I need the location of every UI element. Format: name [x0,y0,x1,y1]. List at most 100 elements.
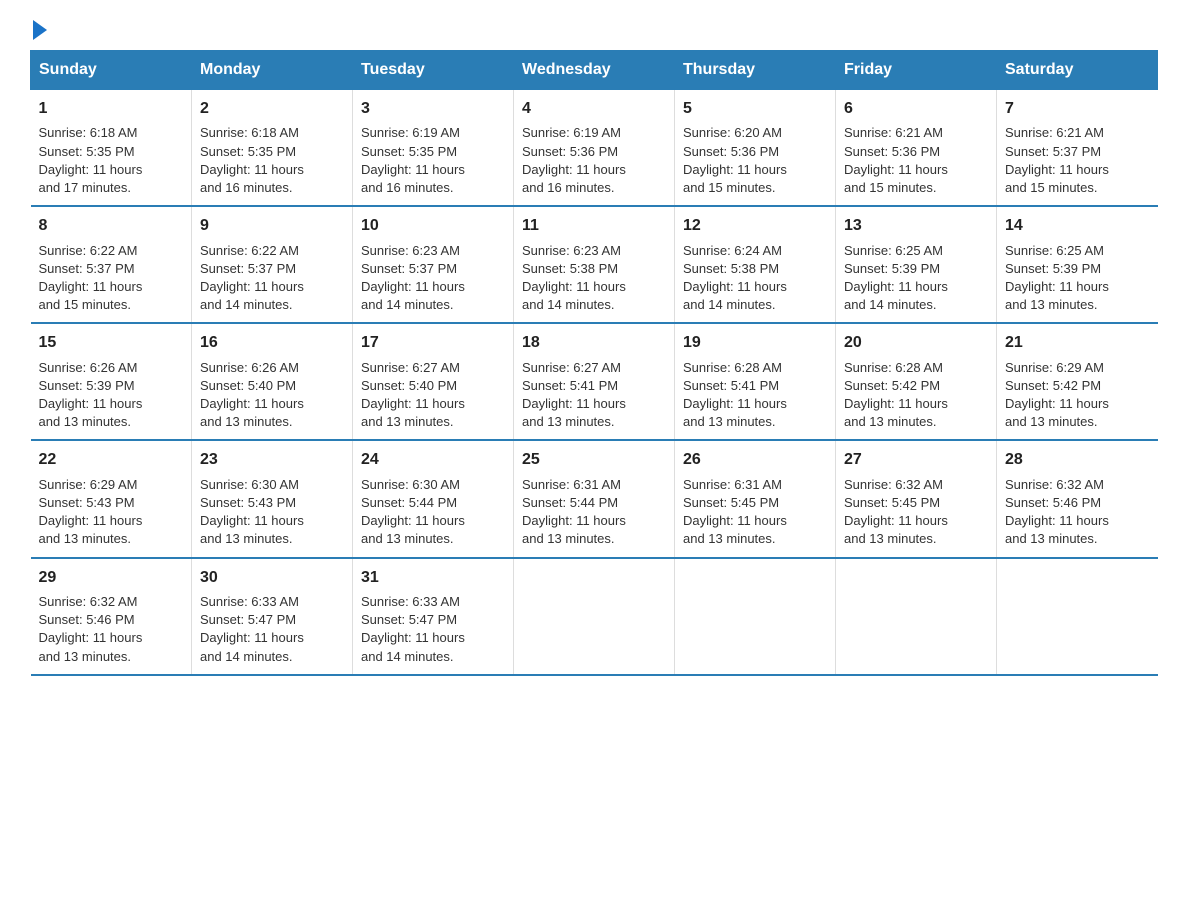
day-number: 22 [39,449,184,471]
day-number: 20 [844,332,988,354]
week-row-2: 8 Sunrise: 6:22 AMSunset: 5:37 PMDayligh… [31,206,1158,323]
header-row: SundayMondayTuesdayWednesdayThursdayFrid… [31,51,1158,90]
day-number: 29 [39,567,184,589]
calendar-cell: 31 Sunrise: 6:33 AMSunset: 5:47 PMDaylig… [353,558,514,675]
calendar-cell: 10 Sunrise: 6:23 AMSunset: 5:37 PMDaylig… [353,206,514,323]
day-info: Sunrise: 6:28 AMSunset: 5:42 PMDaylight:… [844,360,948,430]
day-number: 15 [39,332,184,354]
day-number: 1 [39,98,184,120]
day-info: Sunrise: 6:25 AMSunset: 5:39 PMDaylight:… [844,243,948,313]
day-number: 6 [844,98,988,120]
day-info: Sunrise: 6:22 AMSunset: 5:37 PMDaylight:… [39,243,143,313]
day-number: 17 [361,332,505,354]
page-header [30,20,1158,40]
header-tuesday: Tuesday [353,51,514,90]
calendar-cell: 29 Sunrise: 6:32 AMSunset: 5:46 PMDaylig… [31,558,192,675]
week-row-3: 15 Sunrise: 6:26 AMSunset: 5:39 PMDaylig… [31,323,1158,440]
day-number: 8 [39,215,184,237]
calendar-cell: 5 Sunrise: 6:20 AMSunset: 5:36 PMDayligh… [675,90,836,207]
day-info: Sunrise: 6:29 AMSunset: 5:42 PMDaylight:… [1005,360,1109,430]
day-info: Sunrise: 6:30 AMSunset: 5:43 PMDaylight:… [200,477,304,547]
header-saturday: Saturday [997,51,1158,90]
calendar-cell: 30 Sunrise: 6:33 AMSunset: 5:47 PMDaylig… [192,558,353,675]
day-info: Sunrise: 6:32 AMSunset: 5:46 PMDaylight:… [39,594,143,664]
day-number: 23 [200,449,344,471]
day-number: 14 [1005,215,1150,237]
day-info: Sunrise: 6:32 AMSunset: 5:45 PMDaylight:… [844,477,948,547]
calendar-cell: 11 Sunrise: 6:23 AMSunset: 5:38 PMDaylig… [514,206,675,323]
calendar-table: SundayMondayTuesdayWednesdayThursdayFrid… [30,50,1158,676]
calendar-cell: 19 Sunrise: 6:28 AMSunset: 5:41 PMDaylig… [675,323,836,440]
calendar-cell: 16 Sunrise: 6:26 AMSunset: 5:40 PMDaylig… [192,323,353,440]
calendar-cell: 3 Sunrise: 6:19 AMSunset: 5:35 PMDayligh… [353,90,514,207]
day-info: Sunrise: 6:27 AMSunset: 5:40 PMDaylight:… [361,360,465,430]
day-number: 19 [683,332,827,354]
calendar-cell: 7 Sunrise: 6:21 AMSunset: 5:37 PMDayligh… [997,90,1158,207]
calendar-cell: 27 Sunrise: 6:32 AMSunset: 5:45 PMDaylig… [836,440,997,557]
week-row-1: 1 Sunrise: 6:18 AMSunset: 5:35 PMDayligh… [31,90,1158,207]
calendar-cell: 1 Sunrise: 6:18 AMSunset: 5:35 PMDayligh… [31,90,192,207]
day-info: Sunrise: 6:25 AMSunset: 5:39 PMDaylight:… [1005,243,1109,313]
day-number: 31 [361,567,505,589]
day-number: 16 [200,332,344,354]
day-number: 27 [844,449,988,471]
day-info: Sunrise: 6:30 AMSunset: 5:44 PMDaylight:… [361,477,465,547]
day-info: Sunrise: 6:31 AMSunset: 5:45 PMDaylight:… [683,477,787,547]
day-info: Sunrise: 6:33 AMSunset: 5:47 PMDaylight:… [361,594,465,664]
day-number: 21 [1005,332,1150,354]
day-number: 2 [200,98,344,120]
day-info: Sunrise: 6:21 AMSunset: 5:36 PMDaylight:… [844,125,948,195]
logo-triangle-icon [33,20,47,40]
day-number: 18 [522,332,666,354]
day-info: Sunrise: 6:20 AMSunset: 5:36 PMDaylight:… [683,125,787,195]
day-info: Sunrise: 6:23 AMSunset: 5:37 PMDaylight:… [361,243,465,313]
calendar-cell: 26 Sunrise: 6:31 AMSunset: 5:45 PMDaylig… [675,440,836,557]
calendar-cell: 17 Sunrise: 6:27 AMSunset: 5:40 PMDaylig… [353,323,514,440]
header-sunday: Sunday [31,51,192,90]
calendar-cell: 24 Sunrise: 6:30 AMSunset: 5:44 PMDaylig… [353,440,514,557]
day-info: Sunrise: 6:29 AMSunset: 5:43 PMDaylight:… [39,477,143,547]
calendar-cell [514,558,675,675]
day-info: Sunrise: 6:18 AMSunset: 5:35 PMDaylight:… [200,125,304,195]
day-number: 13 [844,215,988,237]
calendar-cell: 22 Sunrise: 6:29 AMSunset: 5:43 PMDaylig… [31,440,192,557]
day-number: 11 [522,215,666,237]
week-row-5: 29 Sunrise: 6:32 AMSunset: 5:46 PMDaylig… [31,558,1158,675]
calendar-cell: 4 Sunrise: 6:19 AMSunset: 5:36 PMDayligh… [514,90,675,207]
day-number: 12 [683,215,827,237]
day-info: Sunrise: 6:32 AMSunset: 5:46 PMDaylight:… [1005,477,1109,547]
calendar-cell [997,558,1158,675]
calendar-header: SundayMondayTuesdayWednesdayThursdayFrid… [31,51,1158,90]
day-number: 7 [1005,98,1150,120]
day-info: Sunrise: 6:22 AMSunset: 5:37 PMDaylight:… [200,243,304,313]
day-info: Sunrise: 6:26 AMSunset: 5:40 PMDaylight:… [200,360,304,430]
header-monday: Monday [192,51,353,90]
logo [30,20,50,40]
calendar-cell: 8 Sunrise: 6:22 AMSunset: 5:37 PMDayligh… [31,206,192,323]
calendar-cell: 14 Sunrise: 6:25 AMSunset: 5:39 PMDaylig… [997,206,1158,323]
day-info: Sunrise: 6:28 AMSunset: 5:41 PMDaylight:… [683,360,787,430]
day-number: 3 [361,98,505,120]
calendar-cell: 25 Sunrise: 6:31 AMSunset: 5:44 PMDaylig… [514,440,675,557]
day-number: 10 [361,215,505,237]
calendar-cell: 15 Sunrise: 6:26 AMSunset: 5:39 PMDaylig… [31,323,192,440]
calendar-cell: 28 Sunrise: 6:32 AMSunset: 5:46 PMDaylig… [997,440,1158,557]
week-row-4: 22 Sunrise: 6:29 AMSunset: 5:43 PMDaylig… [31,440,1158,557]
day-info: Sunrise: 6:27 AMSunset: 5:41 PMDaylight:… [522,360,626,430]
day-info: Sunrise: 6:23 AMSunset: 5:38 PMDaylight:… [522,243,626,313]
day-number: 28 [1005,449,1150,471]
calendar-cell: 23 Sunrise: 6:30 AMSunset: 5:43 PMDaylig… [192,440,353,557]
day-number: 5 [683,98,827,120]
day-number: 9 [200,215,344,237]
calendar-cell: 9 Sunrise: 6:22 AMSunset: 5:37 PMDayligh… [192,206,353,323]
calendar-cell: 21 Sunrise: 6:29 AMSunset: 5:42 PMDaylig… [997,323,1158,440]
day-number: 26 [683,449,827,471]
header-wednesday: Wednesday [514,51,675,90]
calendar-body: 1 Sunrise: 6:18 AMSunset: 5:35 PMDayligh… [31,90,1158,675]
day-number: 4 [522,98,666,120]
calendar-cell: 12 Sunrise: 6:24 AMSunset: 5:38 PMDaylig… [675,206,836,323]
calendar-cell: 2 Sunrise: 6:18 AMSunset: 5:35 PMDayligh… [192,90,353,207]
day-info: Sunrise: 6:26 AMSunset: 5:39 PMDaylight:… [39,360,143,430]
day-info: Sunrise: 6:19 AMSunset: 5:36 PMDaylight:… [522,125,626,195]
calendar-cell: 20 Sunrise: 6:28 AMSunset: 5:42 PMDaylig… [836,323,997,440]
